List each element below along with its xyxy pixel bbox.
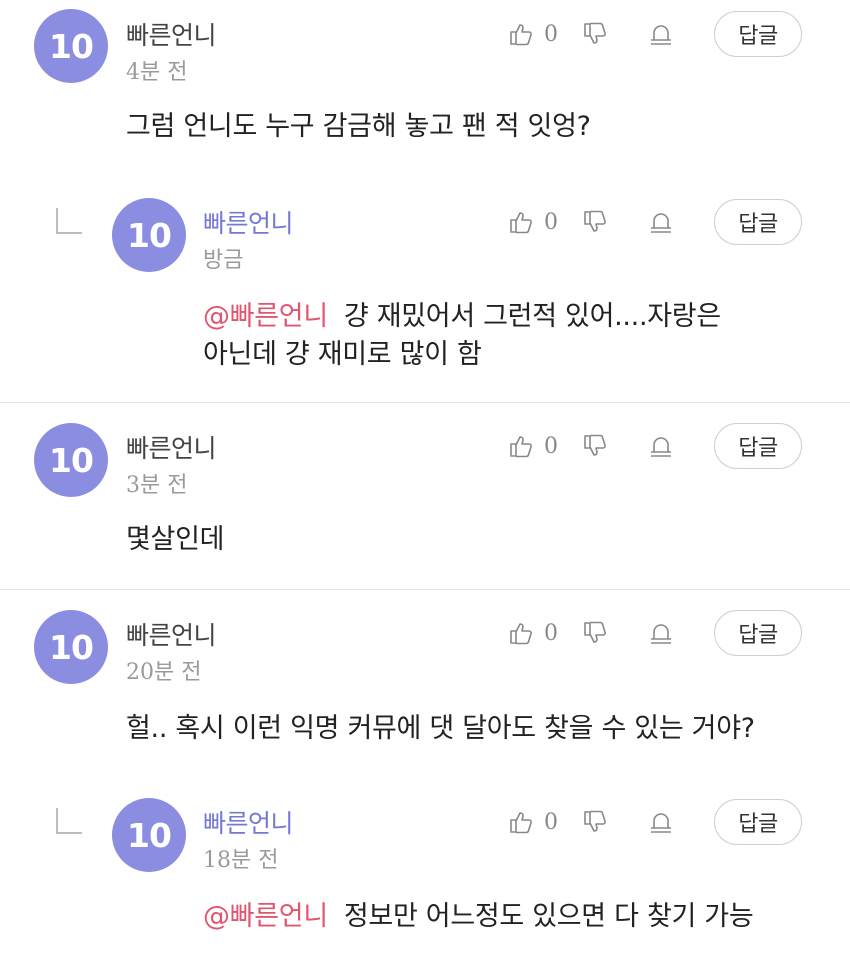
comment-body-line: @빠른언니 걍 재밌어서 그런적 있어....자랑은 xyxy=(203,298,721,336)
like-count: 0 xyxy=(544,620,558,646)
comment-item: 10 빠른언니 4분 전 0 답글 그럼 언니도 누구 감금해 놓고 팬 적 잇… xyxy=(0,0,850,190)
comment-item: 10 빠른언니 20분 전 0 답글 헐.. 혹시 이런 익명 커뮤에 댓 달아… xyxy=(0,590,850,780)
avatar[interactable]: 10 xyxy=(34,610,108,684)
comment-body: @빠른언니 정보만 어느정도 있으면 다 찾기 가능 xyxy=(203,898,754,936)
bell-icon[interactable] xyxy=(648,209,674,235)
avatar[interactable]: 10 xyxy=(112,798,186,872)
like-count: 0 xyxy=(544,433,558,459)
comment-actions: 0 답글 xyxy=(508,199,802,245)
reply-button[interactable]: 답글 xyxy=(714,610,802,656)
avatar[interactable]: 10 xyxy=(34,423,108,497)
comment-time: 방금 xyxy=(203,248,244,273)
thumbs-up-icon[interactable] xyxy=(508,433,534,459)
comment-actions: 0 답글 xyxy=(508,610,802,656)
thumbs-down-icon[interactable] xyxy=(582,620,608,646)
reply-item: 10 빠른언니 18분 전 0 답글 @빠른언니 정보만 어느정도 있으면 다 찾… xyxy=(0,780,850,961)
comment-author[interactable]: 빠른언니 xyxy=(126,616,217,652)
comment-text: 정보만 어느정도 있으면 다 찾기 가능 xyxy=(343,901,754,932)
bell-icon[interactable] xyxy=(648,809,674,835)
like-count: 0 xyxy=(544,21,558,47)
thumbs-down-icon[interactable] xyxy=(582,809,608,835)
thumbs-up-icon[interactable] xyxy=(508,21,534,47)
comment-author[interactable]: 빠른언니 xyxy=(126,16,217,52)
thumbs-up-icon[interactable] xyxy=(508,209,534,235)
avatar[interactable]: 10 xyxy=(112,198,186,272)
comment-text: 걍 재밌어서 그런적 있어....자랑은 xyxy=(343,301,721,332)
thumbs-up-icon[interactable] xyxy=(508,620,534,646)
comment-time: 4분 전 xyxy=(126,60,188,85)
comment-actions: 0 답글 xyxy=(508,423,802,469)
comment-body-line: 아닌데 걍 재미로 많이 함 xyxy=(203,338,482,370)
reply-button[interactable]: 답글 xyxy=(714,11,802,57)
reply-indent-icon xyxy=(56,808,82,834)
thumbs-up-icon[interactable] xyxy=(508,809,534,835)
bell-icon[interactable] xyxy=(648,433,674,459)
bell-icon[interactable] xyxy=(648,620,674,646)
comment-author[interactable]: 빠른언니 xyxy=(203,804,294,840)
like-count: 0 xyxy=(544,809,558,835)
reply-indent-icon xyxy=(56,208,82,234)
avatar[interactable]: 10 xyxy=(34,9,108,83)
reply-button[interactable]: 답글 xyxy=(714,799,802,845)
thumbs-down-icon[interactable] xyxy=(582,433,608,459)
mention-link[interactable]: @빠른언니 xyxy=(203,301,328,332)
like-count: 0 xyxy=(544,209,558,235)
comment-item: 10 빠른언니 3분 전 0 답글 몇살인데 xyxy=(0,403,850,589)
comment-body: 몇살인데 xyxy=(126,524,225,555)
comment-time: 18분 전 xyxy=(203,848,279,873)
bell-icon[interactable] xyxy=(648,21,674,47)
comment-time: 3분 전 xyxy=(126,473,188,498)
reply-button[interactable]: 답글 xyxy=(714,199,802,245)
comment-body: @빠른언니 걍 재밌어서 그런적 있어....자랑은 아닌데 걍 재미로 많이 함 xyxy=(203,298,721,374)
thumbs-down-icon[interactable] xyxy=(582,21,608,47)
reply-button[interactable]: 답글 xyxy=(714,423,802,469)
comment-time: 20분 전 xyxy=(126,660,202,685)
reply-item: 10 빠른언니 방금 0 답글 @빠른언니 걍 재밌어서 그런적 있어....자랑… xyxy=(0,190,850,402)
mention-link[interactable]: @빠른언니 xyxy=(203,901,328,932)
comment-actions: 0 답글 xyxy=(508,799,802,845)
thumbs-down-icon[interactable] xyxy=(582,209,608,235)
comment-body: 그럼 언니도 누구 감금해 놓고 팬 적 잇엉? xyxy=(126,111,591,142)
comment-author[interactable]: 빠른언니 xyxy=(126,429,217,465)
comment-body: 헐.. 혹시 이런 익명 커뮤에 댓 달아도 찾을 수 있는 거야? xyxy=(126,713,755,744)
comment-author[interactable]: 빠른언니 xyxy=(203,204,294,240)
comment-actions: 0 답글 xyxy=(508,11,802,57)
